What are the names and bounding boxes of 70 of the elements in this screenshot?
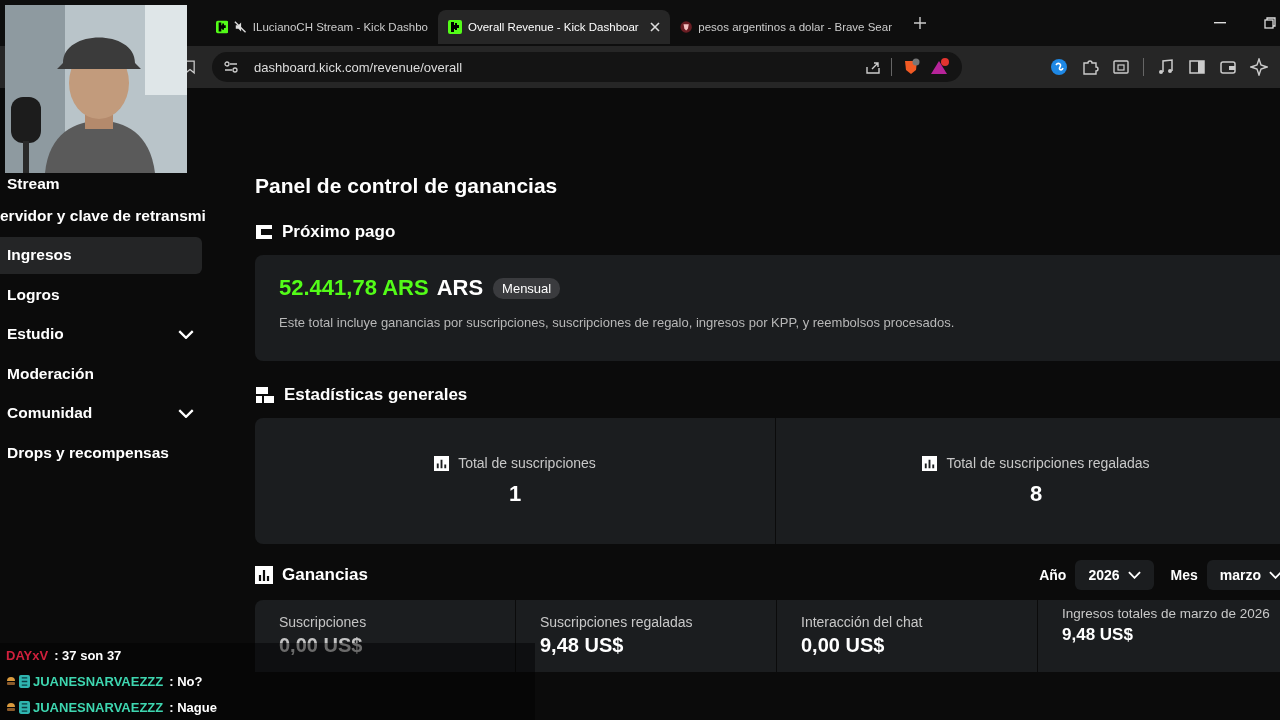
- browser-tab[interactable]: pesos argentinos a dolar - Brave Sear: [670, 10, 902, 44]
- bar-chart-icon: [255, 566, 273, 584]
- dashboard-icon: [255, 386, 275, 404]
- sidebar-icon[interactable]: [1188, 58, 1206, 76]
- kick-logo-icon: [448, 20, 462, 34]
- circle-logo-icon[interactable]: [1050, 58, 1068, 76]
- chevron-icon: [1269, 571, 1280, 579]
- sparkle-icon[interactable]: [1250, 58, 1268, 76]
- filter-label: Año: [1039, 567, 1067, 583]
- earnings-value: 9,48 US$: [1062, 625, 1134, 645]
- sidebar-item[interactable]: Comunidad: [0, 394, 202, 432]
- chat-text: : No?: [169, 674, 203, 689]
- tab-title: pesos argentinos a dolar - Brave Sear: [698, 21, 892, 33]
- screen-icon[interactable]: [1112, 58, 1130, 76]
- muted-speaker-icon[interactable]: [234, 20, 247, 34]
- chat-text: : 37 son 37: [54, 648, 122, 664]
- stat-label: Total de suscripciones regaladas: [946, 455, 1150, 471]
- earnings-value: 0,00 US$: [801, 634, 886, 657]
- chat-username: DAYxV: [6, 648, 49, 664]
- bar-chart-icon: [434, 455, 450, 471]
- earnings-label: Suscripciones regaladas: [540, 614, 694, 630]
- maximize-icon[interactable]: [1264, 17, 1276, 29]
- badge-icon: [19, 675, 30, 688]
- site-settings-icon[interactable]: [224, 61, 238, 73]
- sidebar-item[interactable]: Ingresos: [0, 236, 202, 274]
- chat-username: JUANESNARVAEZZZ: [33, 699, 164, 715]
- earnings-label: Ingresos totales de marzo de 2026: [1062, 606, 1271, 621]
- close-icon[interactable]: [650, 22, 660, 32]
- browser-tab[interactable]: Overall Revenue - Kick Dashboar: [438, 10, 670, 44]
- chevron-icon: [1127, 571, 1141, 579]
- new-tab-icon[interactable]: [914, 17, 926, 29]
- tab-title: Overall Revenue - Kick Dashboar: [468, 21, 640, 33]
- earnings-value: 9,48 US$: [540, 634, 625, 657]
- earnings-label: Suscripciones: [279, 614, 368, 630]
- currency-label: ARS: [436, 275, 484, 301]
- payment-note: Este total incluye ganancias por suscripciones, suscripciones de regalo, ingresos por KPP, y reembolsos procesados.: [279, 315, 956, 330]
- music-note-icon[interactable]: [1157, 58, 1175, 76]
- stat-value: 1: [508, 481, 522, 507]
- earnings-value: 0,00 US$: [279, 634, 364, 657]
- minimize-icon[interactable]: [1214, 22, 1226, 24]
- section-heading: Próximo pago: [282, 222, 396, 242]
- payment-amount: 52.441,78 ARS: [279, 275, 429, 301]
- page-title: Panel de control de ganancias: [255, 174, 559, 198]
- sidebar-item[interactable]: Stream: [0, 173, 202, 195]
- frequency-badge: Mensual: [493, 277, 561, 299]
- section-heading: Estadísticas generales: [284, 385, 468, 405]
- share-icon[interactable]: [865, 59, 881, 75]
- sidebar-item[interactable]: Moderación: [0, 355, 202, 393]
- browser-tab[interactable]: ILucianoCH Stream - Kick Dashbo: [206, 10, 438, 44]
- shield-icon: [680, 20, 693, 34]
- stat-label: Total de suscripciones: [458, 455, 596, 471]
- puzzle-icon[interactable]: [1081, 58, 1099, 76]
- sidebar-item[interactable]: Drops y recompensas: [0, 434, 202, 472]
- stat-value: 8: [1029, 481, 1043, 507]
- chat-text: : Nague: [169, 699, 217, 715]
- chat-username: JUANESNARVAEZZZ: [33, 674, 164, 689]
- tab-title: ILucianoCH Stream - Kick Dashbo: [252, 21, 428, 33]
- triangle-icon[interactable]: [930, 58, 950, 76]
- year-dropdown[interactable]: 2026: [1075, 560, 1154, 590]
- sidebar-item[interactable]: Estudio: [0, 315, 202, 353]
- address-field[interactable]: dashboard.kick.com/revenue/overall: [212, 52, 962, 82]
- filter-label: Mes: [1170, 567, 1198, 583]
- kick-logo-icon: [216, 20, 229, 34]
- bar-chart-icon: [922, 455, 938, 471]
- badge-icon: [19, 700, 30, 714]
- bookmark-icon[interactable]: [185, 59, 195, 75]
- sidebar-item[interactable]: Logros: [0, 276, 202, 314]
- month-dropdown[interactable]: marzo: [1206, 560, 1280, 590]
- section-heading: Ganancias: [282, 565, 368, 585]
- earnings-label: Interacción del chat: [801, 614, 924, 630]
